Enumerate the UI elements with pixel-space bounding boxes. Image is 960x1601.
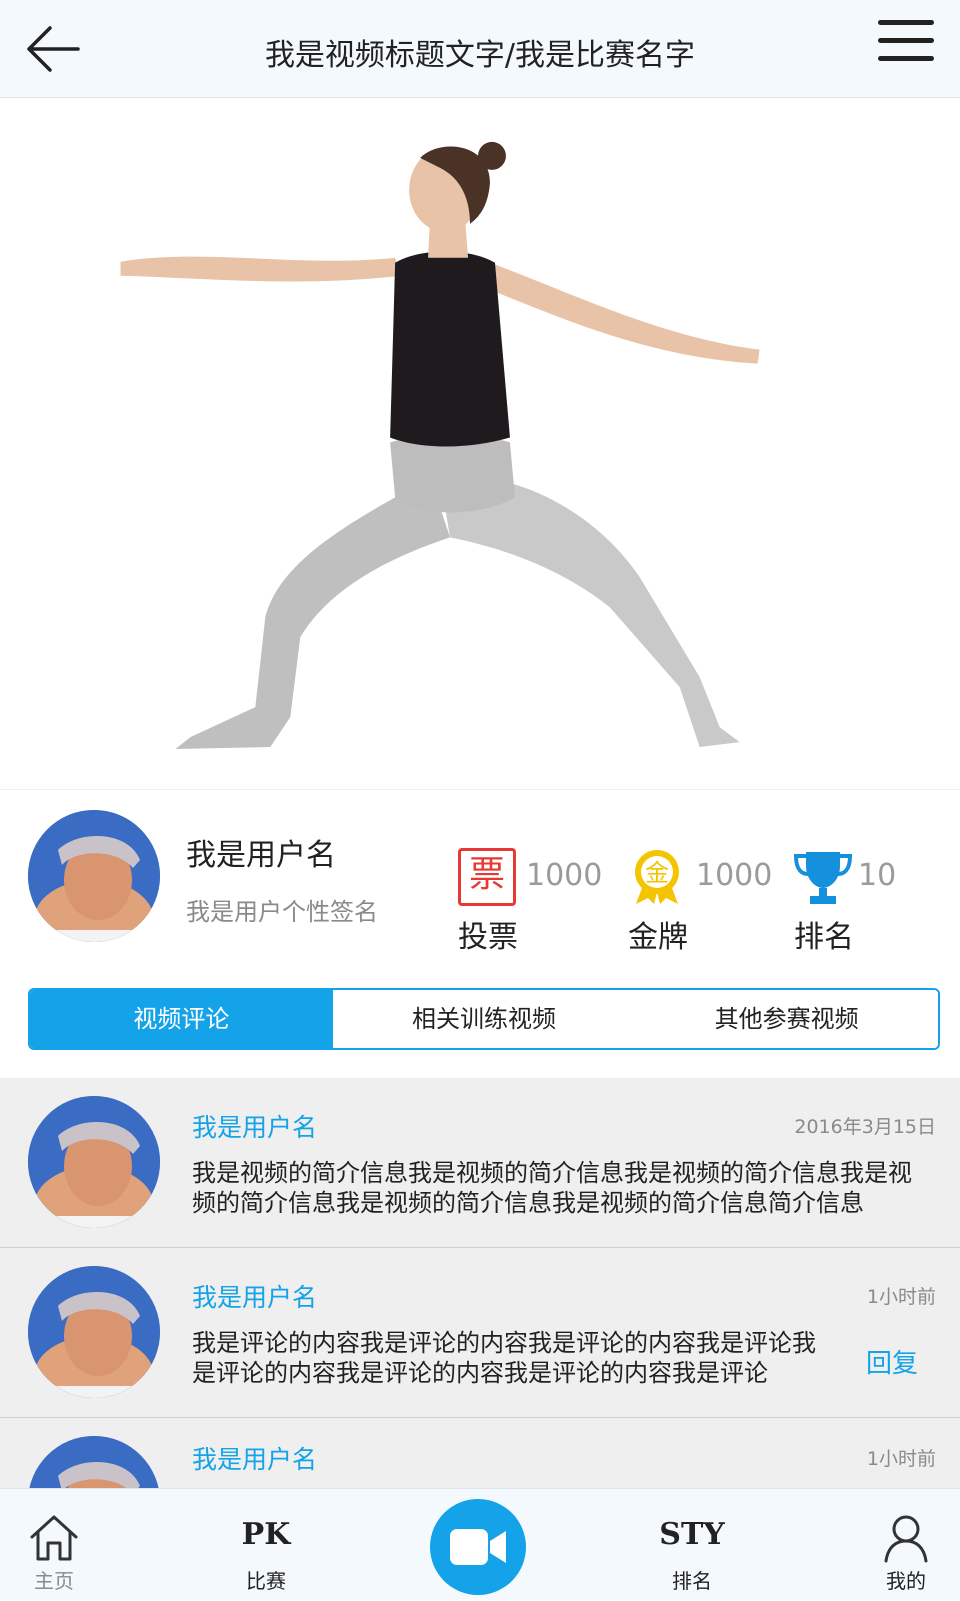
comment-username[interactable]: 我是用户名 bbox=[192, 1278, 317, 1314]
avatar[interactable] bbox=[28, 810, 160, 942]
rank-label: 排名 bbox=[794, 920, 854, 955]
list-item: 我是用户名 1小时前 我是评论的内容我是评论的内容我是评论的内容我是评论我是评论… bbox=[0, 1248, 960, 1418]
avatar-image bbox=[28, 1096, 160, 1228]
vote-label: 投票 bbox=[458, 920, 518, 955]
content-tabs: 视频评论 相关训练视频 其他参赛视频 bbox=[28, 988, 940, 1050]
home-icon bbox=[30, 1515, 78, 1561]
page-title: 我是视频标题文字/我是比赛名字 bbox=[264, 38, 696, 73]
svg-text:金: 金 bbox=[645, 859, 669, 887]
reply-button[interactable]: 回复 bbox=[866, 1343, 918, 1380]
avatar-image bbox=[28, 810, 160, 942]
nav-contest[interactable]: PK 比赛 bbox=[206, 1489, 326, 1601]
rank-value: 10 bbox=[858, 858, 897, 893]
hamburger-menu-icon bbox=[878, 20, 934, 61]
video-camera-icon bbox=[450, 1529, 506, 1565]
comment-username[interactable]: 我是用户名 bbox=[192, 1108, 317, 1144]
comment-list: 我是用户名 2016年3月15日 我是视频的简介信息我是视频的简介信息我是视频的… bbox=[0, 1078, 960, 1488]
nav-me[interactable]: 我的 bbox=[846, 1489, 960, 1601]
ticket-icon: 票 bbox=[458, 848, 516, 906]
menu-button[interactable] bbox=[878, 20, 934, 72]
comment-text: 我是评论的内容我是评论的内容我是评论的内容我是评论我是评论的内容我是评论的内容我… bbox=[192, 1329, 816, 1387]
bottom-nav: 主页 PK 比赛 STY 排名 我的 bbox=[0, 1488, 960, 1600]
username: 我是用户名 bbox=[186, 838, 336, 873]
tab-other-contest-videos[interactable]: 其他参赛视频 bbox=[635, 990, 938, 1048]
nav-ranking-label: 排名 bbox=[672, 1569, 712, 1593]
nav-ranking[interactable]: STY 排名 bbox=[632, 1489, 752, 1601]
record-video-button[interactable] bbox=[430, 1499, 526, 1595]
nav-me-label: 我的 bbox=[886, 1569, 926, 1593]
user-signature: 我是用户个性签名 bbox=[186, 898, 378, 926]
gold-count: 1000 bbox=[696, 858, 773, 893]
sty-glyph: STY bbox=[659, 1517, 725, 1552]
vote-count: 1000 bbox=[526, 858, 603, 893]
tab-video-comments[interactable]: 视频评论 bbox=[30, 990, 333, 1048]
uploader-info: 我是用户名 我是用户个性签名 票 1000 投票 金 1000 金牌 10 排名 bbox=[0, 790, 960, 970]
comment-time: 1小时前 bbox=[866, 1448, 936, 1470]
avatar[interactable] bbox=[28, 1266, 160, 1398]
video-player[interactable] bbox=[0, 98, 960, 790]
nav-contest-label: 比赛 bbox=[246, 1569, 286, 1593]
gold-label: 金牌 bbox=[628, 920, 688, 955]
avatar-image bbox=[28, 1266, 160, 1398]
nav-home[interactable]: 主页 bbox=[0, 1489, 114, 1601]
tab-related-training-videos[interactable]: 相关训练视频 bbox=[332, 990, 636, 1048]
gold-medal-icon: 金 bbox=[635, 850, 679, 904]
video-thumbnail-image bbox=[120, 141, 760, 750]
comment-time: 1小时前 bbox=[866, 1286, 936, 1308]
avatar[interactable] bbox=[28, 1436, 160, 1488]
top-bar: 我是视频标题文字/我是比赛名字 bbox=[0, 0, 960, 98]
comment-text: 我是视频的简介信息我是视频的简介信息我是视频的简介信息我是视频的简介信息我是视频… bbox=[192, 1159, 912, 1217]
comment-time: 2016年3月15日 bbox=[794, 1116, 936, 1138]
comment-username[interactable]: 我是用户名 bbox=[192, 1440, 317, 1476]
pk-glyph: PK bbox=[241, 1517, 291, 1552]
list-item: 我是用户名 1小时前 bbox=[0, 1418, 960, 1488]
trophy-icon bbox=[794, 852, 852, 904]
list-item: 我是用户名 2016年3月15日 我是视频的简介信息我是视频的简介信息我是视频的… bbox=[0, 1078, 960, 1248]
avatar[interactable] bbox=[28, 1096, 160, 1228]
avatar-image bbox=[28, 1436, 160, 1488]
user-icon bbox=[884, 1515, 928, 1563]
nav-home-label: 主页 bbox=[34, 1569, 74, 1593]
